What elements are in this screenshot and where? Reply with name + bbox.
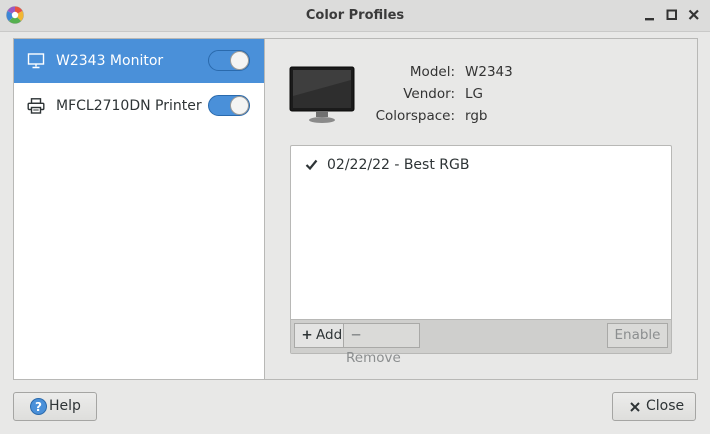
vendor-label: Vendor: [403,86,455,102]
minimize-button[interactable] [642,7,658,23]
profile-toolbar: + Add −Remove Enable [291,319,671,366]
device-list: W2343 Monitor MFCL2710DN Printer [13,38,265,380]
maximize-icon [666,9,677,20]
remove-profile-button[interactable]: −Remove [343,323,420,366]
device-row-monitor[interactable]: W2343 Monitor [14,39,265,83]
window-title: Color Profiles [305,8,405,23]
device-detail-pane: Model: W2343 Vendor: LG Colorspace: rgb … [264,38,698,380]
enable-profile-button[interactable]: Enable [607,323,668,348]
minus-icon: − [350,327,362,343]
colorspace-value: rgb [465,108,488,124]
printer-enable-toggle[interactable] [208,95,250,116]
monitor-enable-toggle[interactable] [208,50,250,71]
vendor-value: LG [465,86,483,102]
colorspace-label: Colorspace: [375,108,455,124]
device-label-printer: MFCL2710DN Printer [56,98,202,114]
minimize-icon [645,18,654,21]
profile-list: 02/22/22 - Best RGB + Add −Remove Enable [290,145,672,366]
help-label: Help [49,398,81,414]
plus-icon: + [301,327,313,343]
add-profile-button[interactable]: + Add [294,323,344,348]
toggle-knob [230,96,249,115]
close-window-button[interactable] [686,7,702,23]
profile-row[interactable]: 02/22/22 - Best RGB [291,154,671,176]
close-icon [630,402,640,412]
model-value: W2343 [465,64,513,80]
toggle-knob [230,51,249,70]
maximize-button[interactable] [664,7,680,23]
printer-icon [27,98,45,114]
close-window-icon [688,9,699,20]
help-button[interactable]: ? Help [13,392,97,421]
close-button[interactable]: Close [612,392,696,421]
profile-label: 02/22/22 - Best RGB [327,157,470,173]
monitor-icon [27,53,45,69]
device-label-monitor: W2343 Monitor [56,53,164,69]
svg-text:?: ? [35,400,42,414]
model-label: Model: [409,64,455,80]
checkmark-icon [305,159,318,171]
help-icon: ? [30,398,47,415]
device-row-printer[interactable]: MFCL2710DN Printer [14,84,265,128]
title-bar: Color Profiles [0,0,710,32]
close-label: Close [646,398,685,414]
